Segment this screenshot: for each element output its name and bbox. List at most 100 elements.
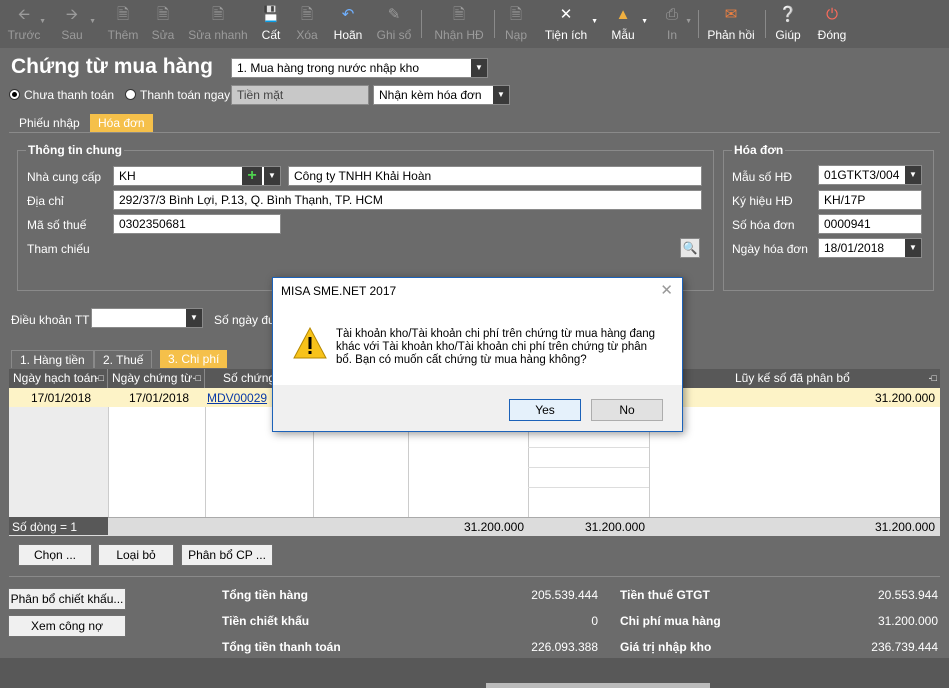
warning-icon	[293, 327, 327, 359]
tools-icon: ✕	[559, 6, 573, 23]
chevron-down-icon: ▼	[905, 166, 921, 184]
print-icon: ⎙	[665, 6, 678, 23]
invoice-symbol-label: Ký hiệu HĐ	[732, 194, 793, 208]
tax-code-label: Mã số thuế	[27, 218, 87, 232]
reference-search-icon[interactable]: 🔍	[680, 238, 700, 258]
total-goods-label: Tổng tiền hàng	[222, 588, 308, 602]
col-header-cumulative[interactable]: Lũy kế số đã phân bổ -□	[649, 369, 940, 388]
edit-document-icon: 🗎	[156, 6, 170, 23]
tab-invoice[interactable]: Hóa đơn	[90, 114, 153, 132]
chevron-down-icon: ▼	[641, 18, 648, 25]
payment-terms-select[interactable]: ▼	[91, 308, 203, 328]
chevron-down-icon: ▼	[186, 309, 202, 327]
purchase-cost-value: 31.200.000	[877, 614, 938, 628]
row-voucher-link[interactable]: MDV00029	[207, 391, 267, 405]
help-button[interactable]: ❔ Giúp	[772, 0, 804, 46]
load-icon: 🗎	[509, 6, 523, 23]
row-voucher-date: 17/01/2018	[129, 391, 190, 405]
undo-button[interactable]: ↶ Hoãn	[330, 0, 366, 46]
chevron-down-icon: ▼	[905, 239, 921, 257]
pencil-icon: ✎	[387, 6, 401, 23]
pin-icon[interactable]: -□	[193, 369, 201, 388]
purchase-cost-label: Chi phí mua hàng	[620, 614, 721, 628]
row-posting-date: 17/01/2018	[31, 391, 92, 405]
empty-area	[9, 407, 108, 517]
unpaid-radio[interactable]	[9, 89, 20, 100]
tab-goods[interactable]: 1. Hàng tiền	[11, 350, 94, 368]
chevron-down-icon: ▼	[471, 59, 487, 77]
footer-total-2: 31.200.000	[584, 520, 645, 534]
close-button[interactable]: ⏻ Đóng	[814, 0, 850, 46]
total-goods-value: 205.539.444	[531, 588, 598, 602]
invoice-form-select[interactable]: 01GTKT3/004 ▼	[818, 165, 922, 185]
post-button[interactable]: ✎ Ghi sổ	[374, 0, 414, 46]
address-input[interactable]: 292/37/3 Bình Lợi, P.13, Q. Bình Thạnh, …	[113, 190, 702, 210]
stock-value-value: 236.739.444	[871, 640, 938, 654]
address-label: Địa chỉ	[27, 194, 64, 208]
new-document-icon: 🗎	[116, 6, 130, 23]
col-header-posting-date[interactable]: Ngày hạch toán -□	[9, 369, 108, 388]
grid-line	[205, 407, 206, 517]
pin-icon[interactable]: -□	[929, 369, 937, 388]
remove-button[interactable]: Loại bỏ	[98, 544, 174, 566]
supplier-name-input[interactable]: Công ty TNHH Khải Hoàn	[288, 166, 702, 186]
paid-radio[interactable]	[125, 89, 136, 100]
mail-icon: ✉	[724, 6, 738, 23]
horizontal-scrollbar[interactable]	[486, 683, 710, 688]
toolbar-separator	[494, 10, 495, 38]
chevron-down-icon: ▼	[39, 18, 46, 25]
save-button[interactable]: 💾 Cất	[256, 0, 286, 46]
quick-edit-button[interactable]: 🗎 Sửa nhanh	[188, 0, 248, 46]
unpaid-radio-label: Chưa thanh toán	[24, 88, 115, 102]
receive-invoice-button[interactable]: 🗎 Nhận HĐ	[430, 0, 488, 46]
invoice-option-select[interactable]: Nhận kèm hóa đơn ▼	[373, 85, 510, 105]
tab-divider	[9, 132, 940, 133]
voucher-type-select[interactable]: 1. Mua hàng trong nước nhập kho ▼	[231, 58, 488, 78]
load-button[interactable]: 🗎 Nạp	[502, 0, 530, 46]
grid-line	[108, 407, 109, 517]
general-info-title: Thông tin chung	[26, 143, 124, 157]
invoice-symbol-input[interactable]: KH/17P	[818, 190, 922, 210]
utilities-button[interactable]: ✕ Tiện ích ▼	[542, 0, 598, 46]
chevron-down-icon: ▼	[493, 86, 509, 104]
supplier-label: Nhà cung cấp	[27, 170, 102, 184]
tab-tax[interactable]: 2. Thuế	[94, 350, 153, 368]
total-payment-label: Tổng tiền thanh toán	[222, 640, 341, 654]
next-button[interactable]: 🡪 Sau ▼	[52, 0, 96, 46]
total-payment-value: 226.093.388	[531, 640, 598, 654]
delete-button[interactable]: 🗎 Xóa	[292, 0, 322, 46]
yes-button[interactable]: Yes	[509, 399, 581, 421]
select-button[interactable]: Chọn ...	[18, 544, 92, 566]
feedback-button[interactable]: ✉ Phản hồi	[704, 0, 758, 46]
previous-button[interactable]: 🡨 Trước ▼	[4, 0, 46, 46]
invoice-date-picker[interactable]: 18/01/2018 ▼	[818, 238, 922, 258]
no-button[interactable]: No	[591, 399, 663, 421]
payment-method-select: Tiền mặt	[231, 85, 369, 105]
undo-icon: ↶	[341, 6, 355, 23]
dialog-close-icon[interactable]: ✕	[660, 281, 673, 299]
print-button[interactable]: ⎙ In ▼	[658, 0, 692, 46]
template-button[interactable]: ▲ Mẫu ▼	[608, 0, 648, 46]
col-header-voucher-date[interactable]: Ngày chứng từ -□	[108, 369, 205, 388]
view-debt-button[interactable]: Xem công nợ	[8, 615, 126, 637]
dialog-message: Tài khoản kho/Tài khoản chi phí trên chứ…	[336, 328, 656, 366]
allocate-discount-button[interactable]: Phân bổ chiết khấu...	[8, 588, 126, 610]
toolbar: 🡨 Trước ▼ 🡪 Sau ▼ 🗎 Thêm 🗎 Sửa 🗎 Sửa nhanh 💾 Cất…	[0, 0, 949, 48]
confirm-dialog: MISA SME.NET 2017 ✕ Tài khoản kho/Tài kh…	[272, 277, 683, 432]
edit-button[interactable]: 🗎 Sửa	[148, 0, 178, 46]
reference-label: Tham chiếu	[27, 242, 90, 256]
allocate-cost-button[interactable]: Phân bổ CP ...	[181, 544, 273, 566]
stock-value-label: Giá trị nhập kho	[620, 640, 712, 654]
supplier-code-input[interactable]: KH + ▼	[113, 166, 281, 186]
quick-edit-icon: 🗎	[211, 6, 225, 23]
divider	[9, 576, 940, 577]
pin-icon[interactable]: -□	[96, 369, 104, 388]
invoice-group-title: Hóa đơn	[732, 143, 786, 157]
invoice-number-label: Số hóa đơn	[732, 218, 795, 232]
tab-cost[interactable]: 3. Chi phí	[160, 350, 228, 368]
tax-code-input[interactable]: 0302350681	[113, 214, 281, 234]
tab-receipt[interactable]: Phiếu nhập	[11, 114, 88, 132]
add-supplier-icon[interactable]: +	[242, 167, 262, 185]
invoice-number-input[interactable]: 0000941	[818, 214, 922, 234]
add-button[interactable]: 🗎 Thêm	[104, 0, 142, 46]
